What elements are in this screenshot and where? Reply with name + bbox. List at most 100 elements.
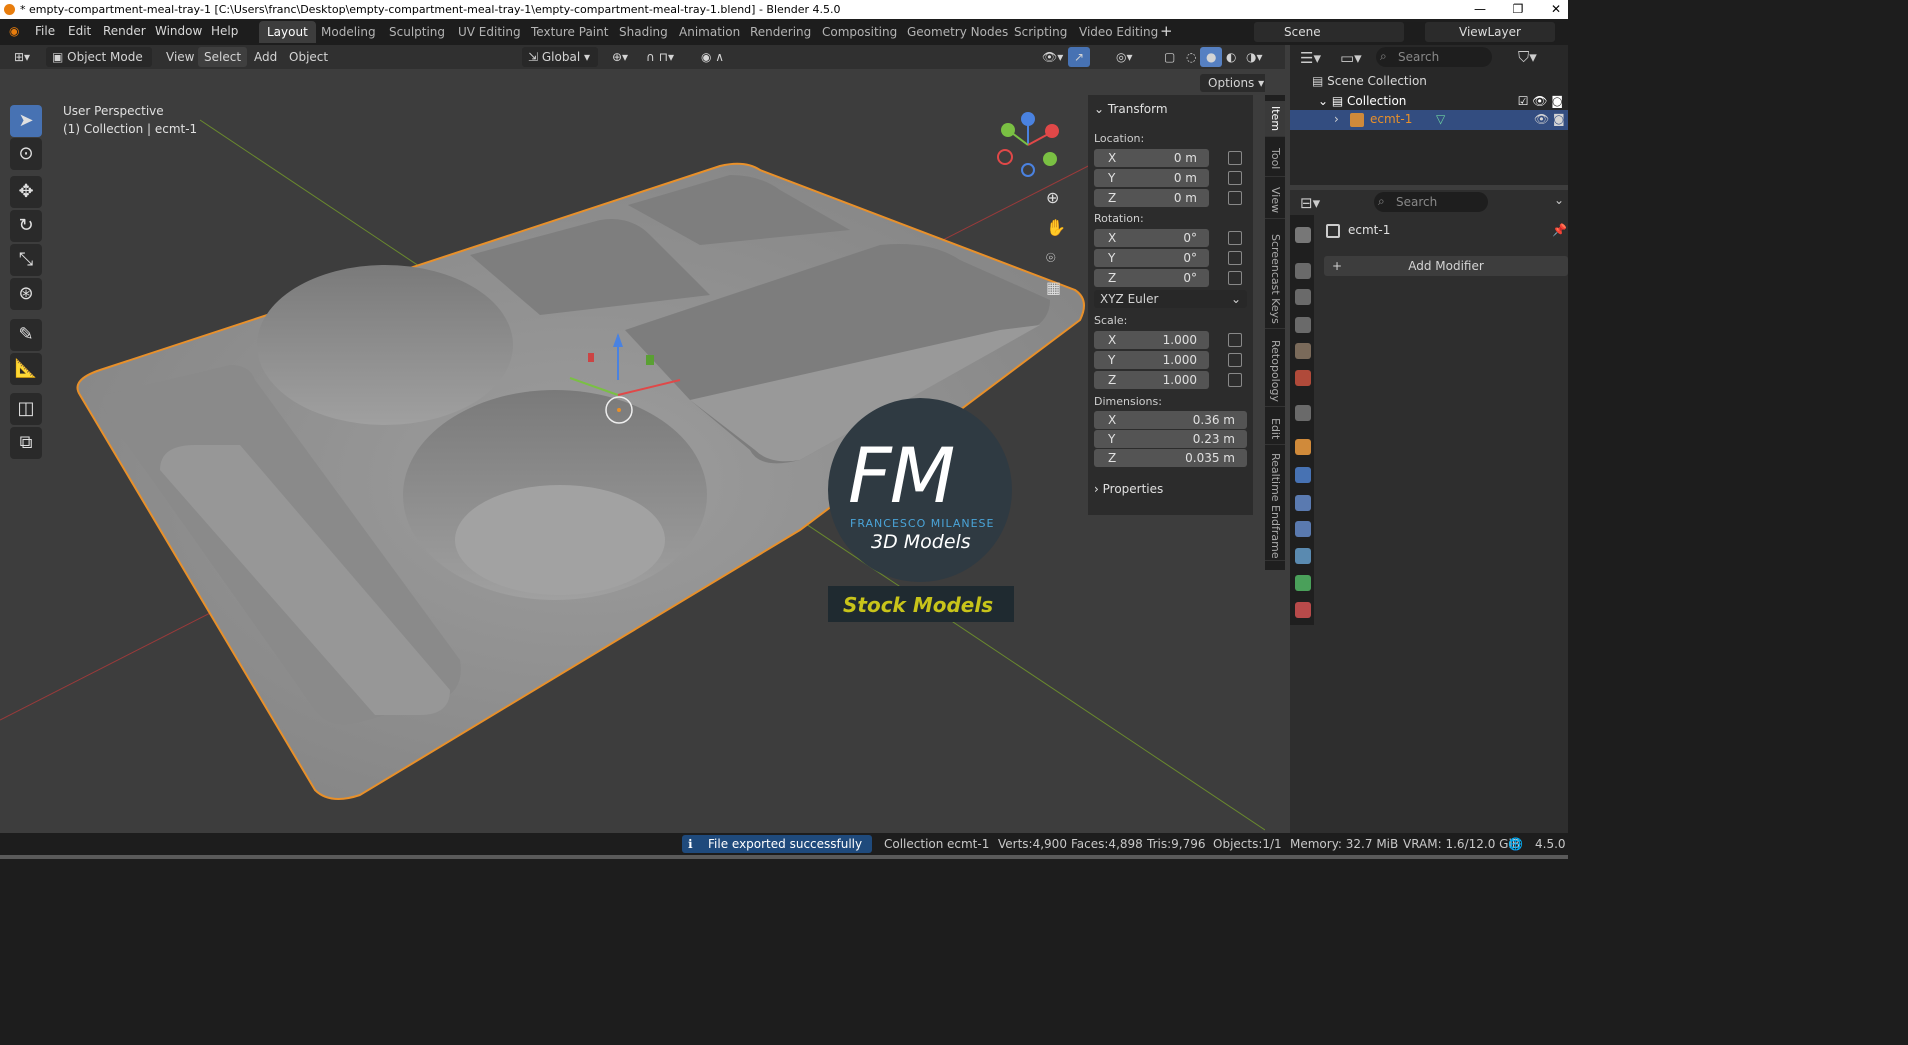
rotation-mode-dropdown[interactable]: XYZ Euler ⌄ xyxy=(1094,290,1247,308)
add-workspace-icon[interactable]: + xyxy=(1160,22,1173,40)
menu-view[interactable]: View xyxy=(160,47,200,67)
tab-screencast-keys[interactable]: Screencast Keys xyxy=(1265,229,1285,329)
menu-file[interactable]: File xyxy=(35,24,55,38)
add-modifier-button[interactable]: + Add Modifier xyxy=(1324,256,1568,276)
chevron-down-icon[interactable]: ⌄ xyxy=(1554,193,1564,207)
lock-icon[interactable] xyxy=(1228,231,1242,245)
menu-window[interactable]: Window xyxy=(155,24,202,38)
tab-compositing[interactable]: Compositing xyxy=(814,21,905,43)
blender-menu-icon[interactable]: ◉ xyxy=(9,24,19,38)
rotation-x-field[interactable]: X 0° xyxy=(1094,229,1209,247)
cursor-tool-icon[interactable]: ⊙ xyxy=(10,138,42,170)
tab-edit[interactable]: Edit xyxy=(1265,413,1285,445)
tab-geometry-nodes[interactable]: Geometry Nodes xyxy=(899,21,1016,43)
scale-x-field[interactable]: X 1.000 xyxy=(1094,331,1209,349)
rotation-y-field[interactable]: Y 0° xyxy=(1094,249,1209,267)
menu-edit[interactable]: Edit xyxy=(68,24,91,38)
tab-layout[interactable]: Layout xyxy=(259,21,316,43)
pin-icon[interactable]: 📌 xyxy=(1552,223,1567,237)
collection-tab-icon[interactable] xyxy=(1295,405,1311,421)
menu-object[interactable]: Object xyxy=(283,47,334,67)
visibility-icon[interactable]: ☑ 👁 ◙ xyxy=(1518,94,1563,108)
view-layer-selector[interactable]: ViewLayer xyxy=(1425,22,1555,42)
orientation-dropdown[interactable]: ⇲ Global ▾ xyxy=(522,47,598,67)
tool-tab-icon[interactable] xyxy=(1295,227,1311,243)
view-layer-tab-icon[interactable] xyxy=(1295,317,1311,333)
lock-icon[interactable] xyxy=(1228,171,1242,185)
minimize-icon[interactable]: — xyxy=(1465,0,1495,19)
transform-tool-icon[interactable]: ⊛ xyxy=(10,278,42,310)
rotate-tool-icon[interactable]: ↻ xyxy=(10,210,42,242)
filter-icon[interactable]: ⛉▾ xyxy=(1518,48,1537,66)
scale-tool-icon[interactable]: ⤡ xyxy=(10,244,42,276)
material-tab-icon[interactable] xyxy=(1295,602,1311,618)
tab-scripting[interactable]: Scripting xyxy=(1006,21,1075,43)
lock-icon[interactable] xyxy=(1228,271,1242,285)
close-icon[interactable]: ✕ xyxy=(1541,0,1568,19)
overlay-icon[interactable]: ◎▾ xyxy=(1110,47,1139,67)
object-row-ecmt[interactable]: › ecmt-1 ▽ 👁 ◙ xyxy=(1290,110,1568,130)
physics-tab-icon[interactable] xyxy=(1295,521,1311,537)
proportional-edit-icon[interactable]: ◉ ∧ xyxy=(695,47,730,67)
extrude-tool-icon[interactable]: ⧉ xyxy=(10,427,42,459)
world-tab-icon[interactable] xyxy=(1295,370,1311,386)
lock-icon[interactable] xyxy=(1228,353,1242,367)
pivot-icon[interactable]: ⊕▾ xyxy=(606,47,634,67)
transform-header[interactable]: ⌄ Transform xyxy=(1094,102,1168,116)
modifier-tab-icon[interactable] xyxy=(1295,467,1311,483)
tab-video-editing[interactable]: Video Editing xyxy=(1071,21,1166,43)
visibility-icon[interactable]: 👁 ◙ xyxy=(1534,112,1565,126)
tab-sculpting[interactable]: Sculpting xyxy=(381,21,453,43)
tab-retopology[interactable]: Retopology xyxy=(1265,335,1285,407)
menu-select[interactable]: Select xyxy=(198,47,248,67)
lock-icon[interactable] xyxy=(1228,151,1242,165)
lock-icon[interactable] xyxy=(1228,373,1242,387)
scene-tab-icon[interactable] xyxy=(1295,343,1311,359)
tab-tool[interactable]: Tool xyxy=(1265,141,1285,177)
location-y-field[interactable]: Y0 m xyxy=(1094,169,1209,187)
tab-animation[interactable]: Animation xyxy=(671,21,748,43)
zoom-icon[interactable]: ⊕ xyxy=(1046,188,1059,207)
tab-modeling[interactable]: Modeling xyxy=(313,21,384,43)
render-tab-icon[interactable] xyxy=(1295,263,1311,279)
tab-uv-editing[interactable]: UV Editing xyxy=(450,21,529,43)
snap-icon[interactable]: ∩ ⊓▾ xyxy=(640,47,680,67)
lock-icon[interactable] xyxy=(1228,191,1242,205)
select-tool-icon[interactable]: ➤ xyxy=(10,105,42,137)
restore-icon[interactable]: ❐ xyxy=(1503,0,1533,19)
menu-help[interactable]: Help xyxy=(211,24,238,38)
options-dropdown[interactable]: Options ▾ xyxy=(1200,74,1265,92)
measure-tool-icon[interactable]: 📐 xyxy=(10,353,42,385)
location-z-field[interactable]: Z0 m xyxy=(1094,189,1209,207)
scale-z-field[interactable]: Z 1.000 xyxy=(1094,371,1209,389)
location-x-field[interactable]: X0 m xyxy=(1094,149,1209,167)
scene-collection-row[interactable]: ▤ Scene Collection xyxy=(1312,74,1427,88)
outliner-search-input[interactable]: Search xyxy=(1376,47,1492,67)
properties-editor-icon[interactable]: ⊟▾ xyxy=(1300,194,1320,212)
xray-icon[interactable]: ▢ xyxy=(1158,47,1181,67)
lock-icon[interactable] xyxy=(1228,251,1242,265)
data-tab-icon[interactable] xyxy=(1295,575,1311,591)
dimension-x-field[interactable]: X 0.36 m xyxy=(1094,411,1247,429)
properties-search-input[interactable]: Search xyxy=(1374,192,1488,212)
properties-subpanel-header[interactable]: › Properties xyxy=(1094,482,1163,496)
menu-render[interactable]: Render xyxy=(103,24,146,38)
scale-y-field[interactable]: Y 1.000 xyxy=(1094,351,1209,369)
visibility-icon[interactable]: 👁▾ xyxy=(1036,47,1069,67)
rotation-z-field[interactable]: Z 0° xyxy=(1094,269,1209,287)
annotate-tool-icon[interactable]: ✎ xyxy=(10,319,42,351)
outliner-editor-icon[interactable]: ☰▾ xyxy=(1300,49,1321,67)
add-cube-tool-icon[interactable]: ◫ xyxy=(10,393,42,425)
tab-item[interactable]: Item xyxy=(1265,101,1285,137)
tab-texture-paint[interactable]: Texture Paint xyxy=(523,21,616,43)
tab-realtime-endframe[interactable]: Realtime Endframe xyxy=(1265,451,1285,561)
scene-selector[interactable]: Scene xyxy=(1254,22,1404,42)
output-tab-icon[interactable] xyxy=(1295,289,1311,305)
pan-hand-icon[interactable]: ✋ xyxy=(1046,218,1066,237)
editor-type-icon[interactable]: ⊞▾ xyxy=(8,47,36,67)
menu-add[interactable]: Add xyxy=(248,47,283,67)
lock-icon[interactable] xyxy=(1228,333,1242,347)
shading-rendered-icon[interactable]: ◑▾ xyxy=(1240,47,1269,67)
mode-dropdown[interactable]: ▣ Object Mode ▾ xyxy=(46,47,152,84)
tab-rendering[interactable]: Rendering xyxy=(742,21,819,43)
